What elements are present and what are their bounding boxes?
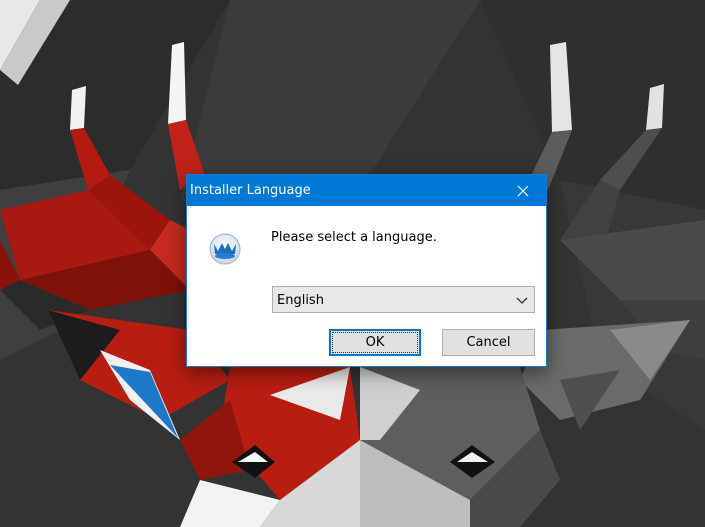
chevron-down-icon <box>516 297 528 304</box>
language-select[interactable]: English <box>272 286 535 313</box>
language-select-value: English <box>277 293 324 308</box>
cancel-button[interactable]: Cancel <box>442 329 535 356</box>
close-button[interactable] <box>500 175 546 206</box>
cancel-button-label: Cancel <box>466 335 511 350</box>
installer-icon <box>209 233 241 265</box>
dialog-title: Installer Language <box>190 183 311 198</box>
close-icon <box>517 185 529 196</box>
ok-button-label: OK <box>365 335 385 350</box>
ok-button[interactable]: OK <box>329 329 421 356</box>
installer-language-dialog: Installer Language Please select a langu… <box>186 174 547 367</box>
language-prompt: Please select a language. <box>271 230 437 245</box>
dialog-titlebar[interactable]: Installer Language <box>187 175 546 206</box>
